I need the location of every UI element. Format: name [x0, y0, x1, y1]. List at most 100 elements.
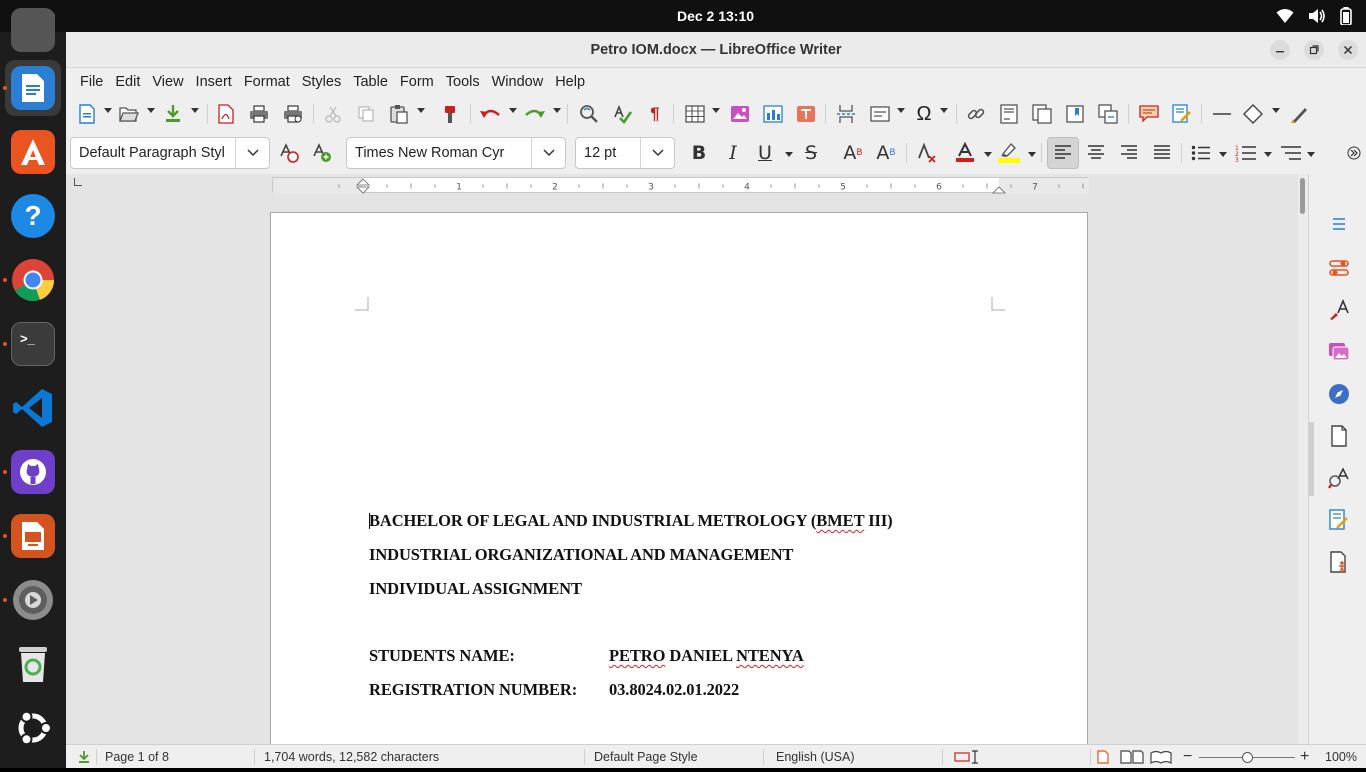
insert-line-button[interactable] — [1209, 101, 1235, 127]
formatting-marks-button[interactable]: ¶ — [642, 101, 668, 127]
menu-insert[interactable]: Insert — [190, 68, 238, 96]
sidebar-accessibility-check[interactable] — [1327, 550, 1351, 574]
update-style-button[interactable] — [276, 140, 302, 166]
insert-footnote-button[interactable] — [996, 101, 1022, 127]
font-name-combo[interactable]: Times New Roman Cyr — [346, 137, 566, 169]
undo-dropdown-arrow[interactable] — [509, 108, 517, 113]
paragraph-style-combo[interactable]: Default Paragraph Styl — [70, 137, 270, 169]
toolbar-overflow-button[interactable] — [1344, 140, 1364, 166]
battery-icon[interactable] — [1340, 7, 1352, 25]
highlight-dropdown-arrow[interactable] — [1028, 152, 1036, 157]
print-preview-button[interactable] — [280, 101, 306, 127]
students-name-value[interactable]: PETRO DANIEL NTENYA — [609, 646, 804, 666]
insert-comment-button[interactable] — [1136, 101, 1162, 127]
sidebar-style-inspector[interactable] — [1327, 466, 1351, 490]
dock-item-libreoffice-impress[interactable] — [5, 508, 61, 564]
students-name-label[interactable]: STUDENTS NAME: — [369, 646, 515, 666]
cut-button[interactable] — [320, 101, 346, 127]
track-changes-button[interactable] — [1169, 101, 1195, 127]
document-canvas[interactable]: 1 2 3 4 5 6 7 BACHELOR OF LEGAL AND INDUSTRIAL… — [66, 174, 1308, 744]
misspelled-word[interactable]: NTENYA — [736, 646, 804, 665]
font-name-dropdown[interactable] — [531, 138, 565, 168]
document-line-assignment[interactable]: INDIVIDUAL ASSIGNMENT — [369, 579, 582, 599]
dock-item-settings[interactable] — [5, 572, 61, 628]
align-left-button[interactable] — [1047, 137, 1079, 169]
insert-endnote-button[interactable] — [1029, 101, 1055, 127]
export-pdf-button[interactable] — [213, 101, 239, 127]
special-character-dropdown-arrow[interactable] — [940, 108, 948, 113]
sidebar-menu-button[interactable] — [1327, 212, 1351, 236]
menu-tools[interactable]: Tools — [440, 68, 486, 96]
highlight-color-button[interactable] — [996, 140, 1022, 166]
insert-cross-reference-button[interactable] — [1095, 101, 1121, 127]
sidebar-page[interactable] — [1327, 424, 1351, 448]
close-button[interactable] — [1338, 40, 1358, 60]
dock-item-terminal[interactable]: >_ — [5, 316, 61, 372]
dock-item-github-desktop[interactable] — [5, 444, 61, 500]
dock-item-google-chrome[interactable] — [5, 252, 61, 308]
word-count-status[interactable]: 1,704 words, 12,582 characters — [264, 745, 439, 769]
insert-image-button[interactable] — [727, 101, 753, 127]
bold-button[interactable]: B — [686, 140, 712, 166]
align-right-button[interactable] — [1116, 140, 1142, 166]
sidebar-properties[interactable] — [1327, 256, 1351, 280]
outline-list-button[interactable] — [1278, 140, 1304, 166]
minimize-button[interactable] — [1270, 40, 1290, 60]
insert-table-button[interactable] — [682, 101, 708, 127]
align-center-button[interactable] — [1083, 140, 1109, 166]
document-line-course[interactable]: INDUSTRIAL ORGANIZATIONAL AND MANAGEMENT — [369, 545, 793, 565]
spelling-button[interactable] — [610, 101, 636, 127]
ordered-list-button[interactable]: 123 — [1233, 140, 1259, 166]
misspelled-word[interactable]: BMET — [816, 511, 864, 530]
dock-item-show-apps[interactable] — [5, 700, 61, 756]
font-size-dropdown[interactable] — [640, 138, 674, 168]
clear-formatting-button[interactable] — [914, 140, 940, 166]
dock-item-vscode[interactable] — [5, 380, 61, 436]
menu-styles[interactable]: Styles — [296, 68, 348, 96]
volume-icon[interactable] — [1308, 8, 1326, 24]
menu-file[interactable]: File — [74, 68, 109, 96]
redo-dropdown-arrow[interactable] — [553, 108, 561, 113]
copy-button[interactable] — [353, 101, 379, 127]
vertical-scrollbar[interactable] — [1298, 174, 1308, 744]
scrollbar-thumb[interactable] — [1300, 178, 1305, 214]
unordered-list-button[interactable] — [1188, 140, 1214, 166]
basic-shapes-button[interactable] — [1240, 101, 1266, 127]
page-number-status[interactable]: Page 1 of 8 — [105, 745, 169, 769]
outline-list-dropdown-arrow[interactable] — [1307, 152, 1315, 157]
italic-button[interactable]: I — [720, 140, 746, 166]
dock-item-libreoffice-writer[interactable] — [5, 60, 61, 116]
new-style-button[interactable] — [309, 140, 335, 166]
system-tray[interactable] — [1276, 7, 1352, 25]
underline-button[interactable]: U — [752, 140, 778, 166]
paste-dropdown-arrow[interactable] — [417, 108, 425, 113]
font-color-button[interactable] — [952, 140, 978, 166]
horizontal-ruler[interactable]: 1 2 3 4 5 6 7 — [272, 177, 1089, 194]
new-dropdown-arrow[interactable] — [104, 108, 112, 113]
document-line-program[interactable]: BACHELOR OF LEGAL AND INDUSTRIAL METROLO… — [369, 511, 893, 531]
menu-help[interactable]: Help — [549, 68, 591, 96]
menu-table[interactable]: Table — [347, 68, 394, 96]
shapes-dropdown-arrow[interactable] — [1272, 108, 1280, 113]
tab-stop-selector[interactable] — [74, 178, 82, 186]
print-button[interactable] — [246, 101, 272, 127]
language-status[interactable]: English (USA) — [776, 745, 855, 769]
menu-form[interactable]: Form — [394, 68, 440, 96]
new-document-button[interactable] — [74, 101, 100, 127]
zoom-level-status[interactable]: 100% — [1325, 745, 1357, 769]
undo-button[interactable] — [477, 101, 503, 127]
justify-button[interactable] — [1149, 140, 1175, 166]
insert-page-break-button[interactable] — [833, 101, 859, 127]
page-style-status[interactable]: Default Page Style — [594, 745, 698, 769]
save-dropdown-arrow[interactable] — [191, 108, 199, 113]
clock[interactable]: Dec 2 13:10 — [0, 0, 1366, 32]
menu-format[interactable]: Format — [238, 68, 296, 96]
draw-function-button[interactable] — [1287, 101, 1313, 127]
sidebar-gallery[interactable] — [1327, 340, 1351, 364]
dock-item-trash[interactable] — [5, 636, 61, 692]
zoom-slider-knob[interactable] — [1242, 752, 1253, 763]
insert-hyperlink-button[interactable] — [963, 101, 989, 127]
menu-window[interactable]: Window — [486, 68, 550, 96]
paste-button[interactable] — [386, 101, 412, 127]
insert-field-button[interactable] — [867, 101, 893, 127]
